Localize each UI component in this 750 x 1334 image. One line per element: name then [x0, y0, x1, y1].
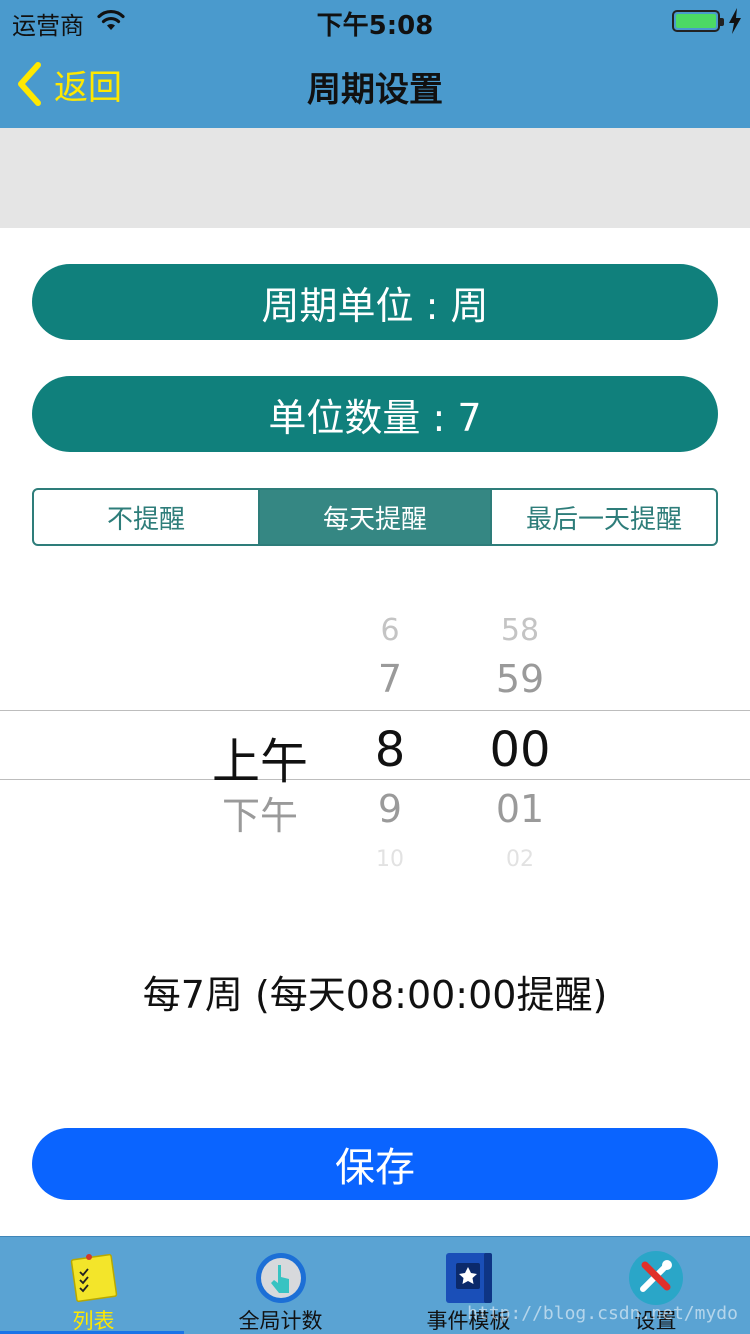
- picker-item-selected: 上午: [211, 734, 308, 790]
- unit-count-button[interactable]: 单位数量 : 7: [32, 376, 718, 452]
- picker-item: 下午: [221, 794, 298, 838]
- tab-bar: 列表 全局计数 事件模板 设置 http://blog.csdn.net/myd…: [0, 1236, 750, 1334]
- battery-icon: [672, 10, 724, 32]
- clock: 下午5:08: [316, 11, 434, 41]
- picker-item-selected: 8: [374, 722, 406, 778]
- segment-no-reminder[interactable]: 不提醒: [34, 490, 260, 544]
- tab-label: 全局计数: [238, 1309, 323, 1333]
- tab-global-counter[interactable]: 全局计数: [187, 1237, 374, 1334]
- schedule-summary: 每7周 (每天08:00:00提醒): [142, 973, 608, 1017]
- picker-item: 6: [380, 613, 400, 648]
- template-book-icon: [445, 1253, 492, 1303]
- tab-list[interactable]: 列表: [0, 1237, 187, 1334]
- ampm-wheel[interactable]: 上午 下午: [190, 595, 330, 895]
- picker-item: 59: [495, 657, 545, 701]
- picker-item: 9: [377, 787, 403, 831]
- picker-item: 02: [506, 847, 534, 872]
- picker-item-selected: 00: [489, 722, 551, 778]
- picker-item: 10: [376, 847, 404, 872]
- picker-item: 01: [495, 787, 545, 831]
- watermark-text: http://blog.csdn.net/mydo: [467, 1303, 738, 1324]
- picker-item: 7: [377, 657, 403, 701]
- segment-daily-reminder[interactable]: 每天提醒: [260, 490, 490, 544]
- hour-wheel[interactable]: 6 7 8 9 10: [330, 595, 450, 895]
- notepad-icon: [70, 1253, 117, 1303]
- segment-last-day-reminder[interactable]: 最后一天提醒: [490, 490, 716, 544]
- banner-placeholder: [0, 128, 750, 228]
- period-unit-button[interactable]: 周期单位 : 周: [32, 264, 718, 340]
- save-button[interactable]: 保存: [32, 1128, 718, 1200]
- charging-bolt-icon: [729, 8, 741, 34]
- minute-wheel[interactable]: 58 59 00 01 02: [455, 595, 585, 895]
- page-title: 周期设置: [307, 70, 443, 110]
- navigation-bar: 运营商 下午5:08 返回 周期设置: [0, 0, 750, 128]
- tools-icon: [628, 1251, 683, 1305]
- tap-counter-icon: [255, 1253, 306, 1303]
- picker-item: 58: [500, 613, 540, 648]
- reminder-segmented-control: 不提醒 每天提醒 最后一天提醒: [32, 488, 718, 546]
- time-picker[interactable]: 上午 下午 6 7 8 9 10 58 59 00 01 02: [0, 595, 750, 895]
- tab-label: 列表: [72, 1309, 115, 1333]
- status-bar: 运营商 下午5:08: [0, 0, 750, 41]
